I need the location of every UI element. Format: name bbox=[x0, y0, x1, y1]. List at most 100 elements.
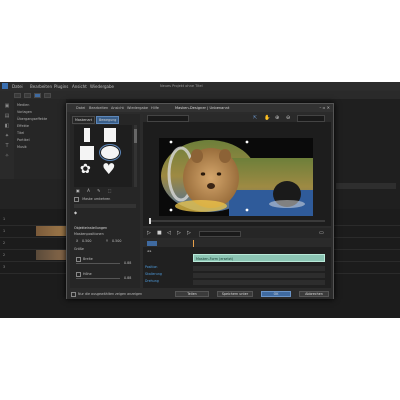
keyframe-lane[interactable] bbox=[193, 280, 325, 285]
dialog-menu-playback[interactable]: Wiedergabe bbox=[127, 106, 148, 110]
width-value[interactable]: 0.88 bbox=[124, 261, 131, 265]
library-item[interactable]: Medien bbox=[17, 103, 29, 107]
width-slider[interactable] bbox=[76, 263, 120, 264]
next-frame-icon[interactable]: ▷ bbox=[177, 230, 181, 236]
preview-canvas[interactable] bbox=[159, 138, 313, 216]
fullscreen-icon[interactable]: ▭ bbox=[319, 230, 324, 236]
keyframe-lane[interactable] bbox=[193, 273, 325, 278]
scrubber-handle[interactable] bbox=[149, 218, 151, 224]
preview-image bbox=[159, 138, 313, 216]
mask-shape[interactable] bbox=[104, 128, 116, 142]
library-item[interactable]: Musik bbox=[17, 145, 27, 149]
dialog-menu-edit[interactable]: Bearbeiten bbox=[89, 106, 108, 110]
library-item[interactable]: Titel bbox=[17, 131, 24, 135]
mask-shape-flower-icon[interactable]: ✿ bbox=[80, 163, 91, 176]
gallery-scrollbar[interactable] bbox=[134, 125, 137, 187]
keyframe-ruler[interactable] bbox=[143, 240, 331, 247]
playhead-icon[interactable] bbox=[193, 240, 194, 247]
keyframe-track-bar[interactable]: Masken-Form (ersetzt) bbox=[193, 254, 325, 262]
dialog-menu-help[interactable]: Hilfe bbox=[151, 106, 159, 110]
track-label: 3 bbox=[3, 265, 6, 269]
mask-shape[interactable] bbox=[80, 128, 94, 142]
track-label: 2 bbox=[3, 253, 6, 257]
menu-plugins[interactable]: Plugins bbox=[54, 84, 68, 89]
track-label: 1 bbox=[3, 217, 6, 221]
dialog-menubar: Datei Bearbeiten Ansicht Wiedergabe Hilf… bbox=[67, 104, 167, 112]
minimize-icon[interactable]: – bbox=[319, 105, 321, 110]
keyframe-lane[interactable] bbox=[193, 266, 325, 271]
toolbar-button[interactable] bbox=[24, 92, 31, 98]
menu-view[interactable]: Ansicht bbox=[72, 84, 87, 89]
keyframe-row-scale[interactable]: Skalierung bbox=[145, 272, 162, 276]
text-mask-icon[interactable]: A bbox=[87, 188, 90, 193]
keyframe-row-rotation[interactable]: Drehung bbox=[145, 279, 159, 283]
dialog-menu-file[interactable]: Datei bbox=[76, 106, 85, 110]
height-slider[interactable] bbox=[76, 278, 120, 279]
height-value[interactable]: 0.88 bbox=[124, 276, 131, 280]
mask-shape-selected[interactable] bbox=[99, 144, 121, 161]
stop-icon[interactable]: ■ bbox=[157, 230, 162, 236]
template-icon[interactable]: ▤ bbox=[4, 113, 10, 119]
close-icon[interactable]: ✕ bbox=[327, 105, 330, 110]
zoom-out-icon[interactable]: ⊖ bbox=[286, 115, 290, 121]
effect-icon[interactable]: ✦ bbox=[4, 133, 10, 139]
keyframe-panel: ◂ ▸ Masken-Form (ersetzt) Position Skali… bbox=[143, 240, 331, 288]
dialog-titlebar: Datei Bearbeiten Ansicht Wiedergabe Hilf… bbox=[67, 104, 333, 112]
folder-icon[interactable]: ▣ bbox=[4, 103, 10, 109]
fast-forward-icon[interactable]: ▷ bbox=[187, 230, 191, 236]
hand-icon[interactable]: ✋ bbox=[264, 115, 270, 121]
library-item[interactable]: Effekte bbox=[17, 124, 29, 128]
app-window: Datei Bearbeiten Plugins Ansicht Wiederg… bbox=[0, 82, 400, 318]
brush-mask-icon[interactable]: ✎ bbox=[97, 188, 100, 193]
width-option[interactable]: Breite bbox=[76, 256, 93, 262]
prev-frame-icon[interactable]: ◁ bbox=[167, 230, 171, 236]
library-item[interactable]: Vorlagen bbox=[17, 110, 32, 114]
x-label: X bbox=[76, 239, 79, 243]
transition-icon[interactable]: ◧ bbox=[4, 123, 10, 129]
y-value[interactable]: 0.500 bbox=[112, 239, 121, 243]
preview-dropdown[interactable] bbox=[147, 115, 189, 122]
x-value[interactable]: 0.500 bbox=[82, 239, 91, 243]
mask-tools-row: ▣ A ✎ ⬚ bbox=[76, 188, 112, 193]
tab-motion[interactable]: Bewegung bbox=[96, 116, 120, 124]
invert-mask-checkbox[interactable] bbox=[74, 196, 79, 202]
tab-mask-type[interactable]: Maskenart bbox=[72, 116, 96, 124]
select-icon[interactable]: ⇱ bbox=[253, 115, 257, 121]
play-icon[interactable]: ▷ bbox=[147, 230, 151, 236]
menu-playback[interactable]: Wiedergabe bbox=[90, 84, 114, 89]
height-option[interactable]: Höhe bbox=[76, 271, 92, 277]
image-mask-icon[interactable]: ▣ bbox=[76, 188, 80, 193]
dialog-menu-view[interactable]: Ansicht bbox=[111, 106, 124, 110]
mask-shape-heart-icon[interactable]: ♥ bbox=[102, 162, 115, 177]
keyframe-row-position[interactable]: Position bbox=[145, 265, 157, 269]
preview-scrubber[interactable] bbox=[149, 218, 325, 224]
video-clip[interactable] bbox=[36, 250, 66, 260]
menu-file[interactable]: Datei bbox=[12, 84, 23, 89]
show-selected-option[interactable]: Nur die ausgewählten zeigen anzeigen bbox=[71, 291, 142, 297]
share-button[interactable]: Teilen bbox=[175, 290, 209, 297]
ok-button[interactable]: OK bbox=[261, 290, 291, 297]
object-settings-header[interactable]: Objekteinstellungen bbox=[74, 225, 107, 230]
library-item[interactable]: Übergangseffekte bbox=[17, 117, 47, 121]
mask-shape[interactable] bbox=[80, 146, 94, 160]
feather-slider[interactable]: ◆ bbox=[74, 210, 77, 215]
menu-edit[interactable]: Bearbeiten bbox=[30, 84, 52, 89]
ruler-button[interactable] bbox=[147, 241, 157, 246]
library-item[interactable]: Partikel bbox=[17, 138, 30, 142]
keyframe-nav-icon[interactable]: ◂ ▸ bbox=[147, 249, 151, 253]
save-as-button[interactable]: Speichern unter bbox=[217, 290, 253, 297]
custom-mask-icon[interactable]: ⬚ bbox=[108, 188, 112, 193]
video-clip[interactable] bbox=[36, 226, 66, 236]
invert-mask-option[interactable]: Maske umkehren bbox=[74, 196, 110, 202]
toolbar-button[interactable] bbox=[34, 92, 41, 98]
toolbar-button[interactable] bbox=[44, 92, 51, 98]
zoom-dropdown[interactable] bbox=[297, 115, 325, 122]
maximize-icon[interactable]: ▫ bbox=[323, 105, 326, 110]
toolbar-button[interactable] bbox=[14, 92, 21, 98]
title-icon[interactable]: T bbox=[4, 143, 10, 149]
dialog-window-controls: – ▫ ✕ bbox=[319, 105, 330, 110]
cancel-button[interactable]: Abbrechen bbox=[299, 290, 329, 297]
scrollbar-thumb[interactable] bbox=[134, 129, 137, 143]
zoom-in-icon[interactable]: ⊕ bbox=[275, 115, 279, 121]
particle-icon[interactable]: ✧ bbox=[4, 153, 10, 159]
